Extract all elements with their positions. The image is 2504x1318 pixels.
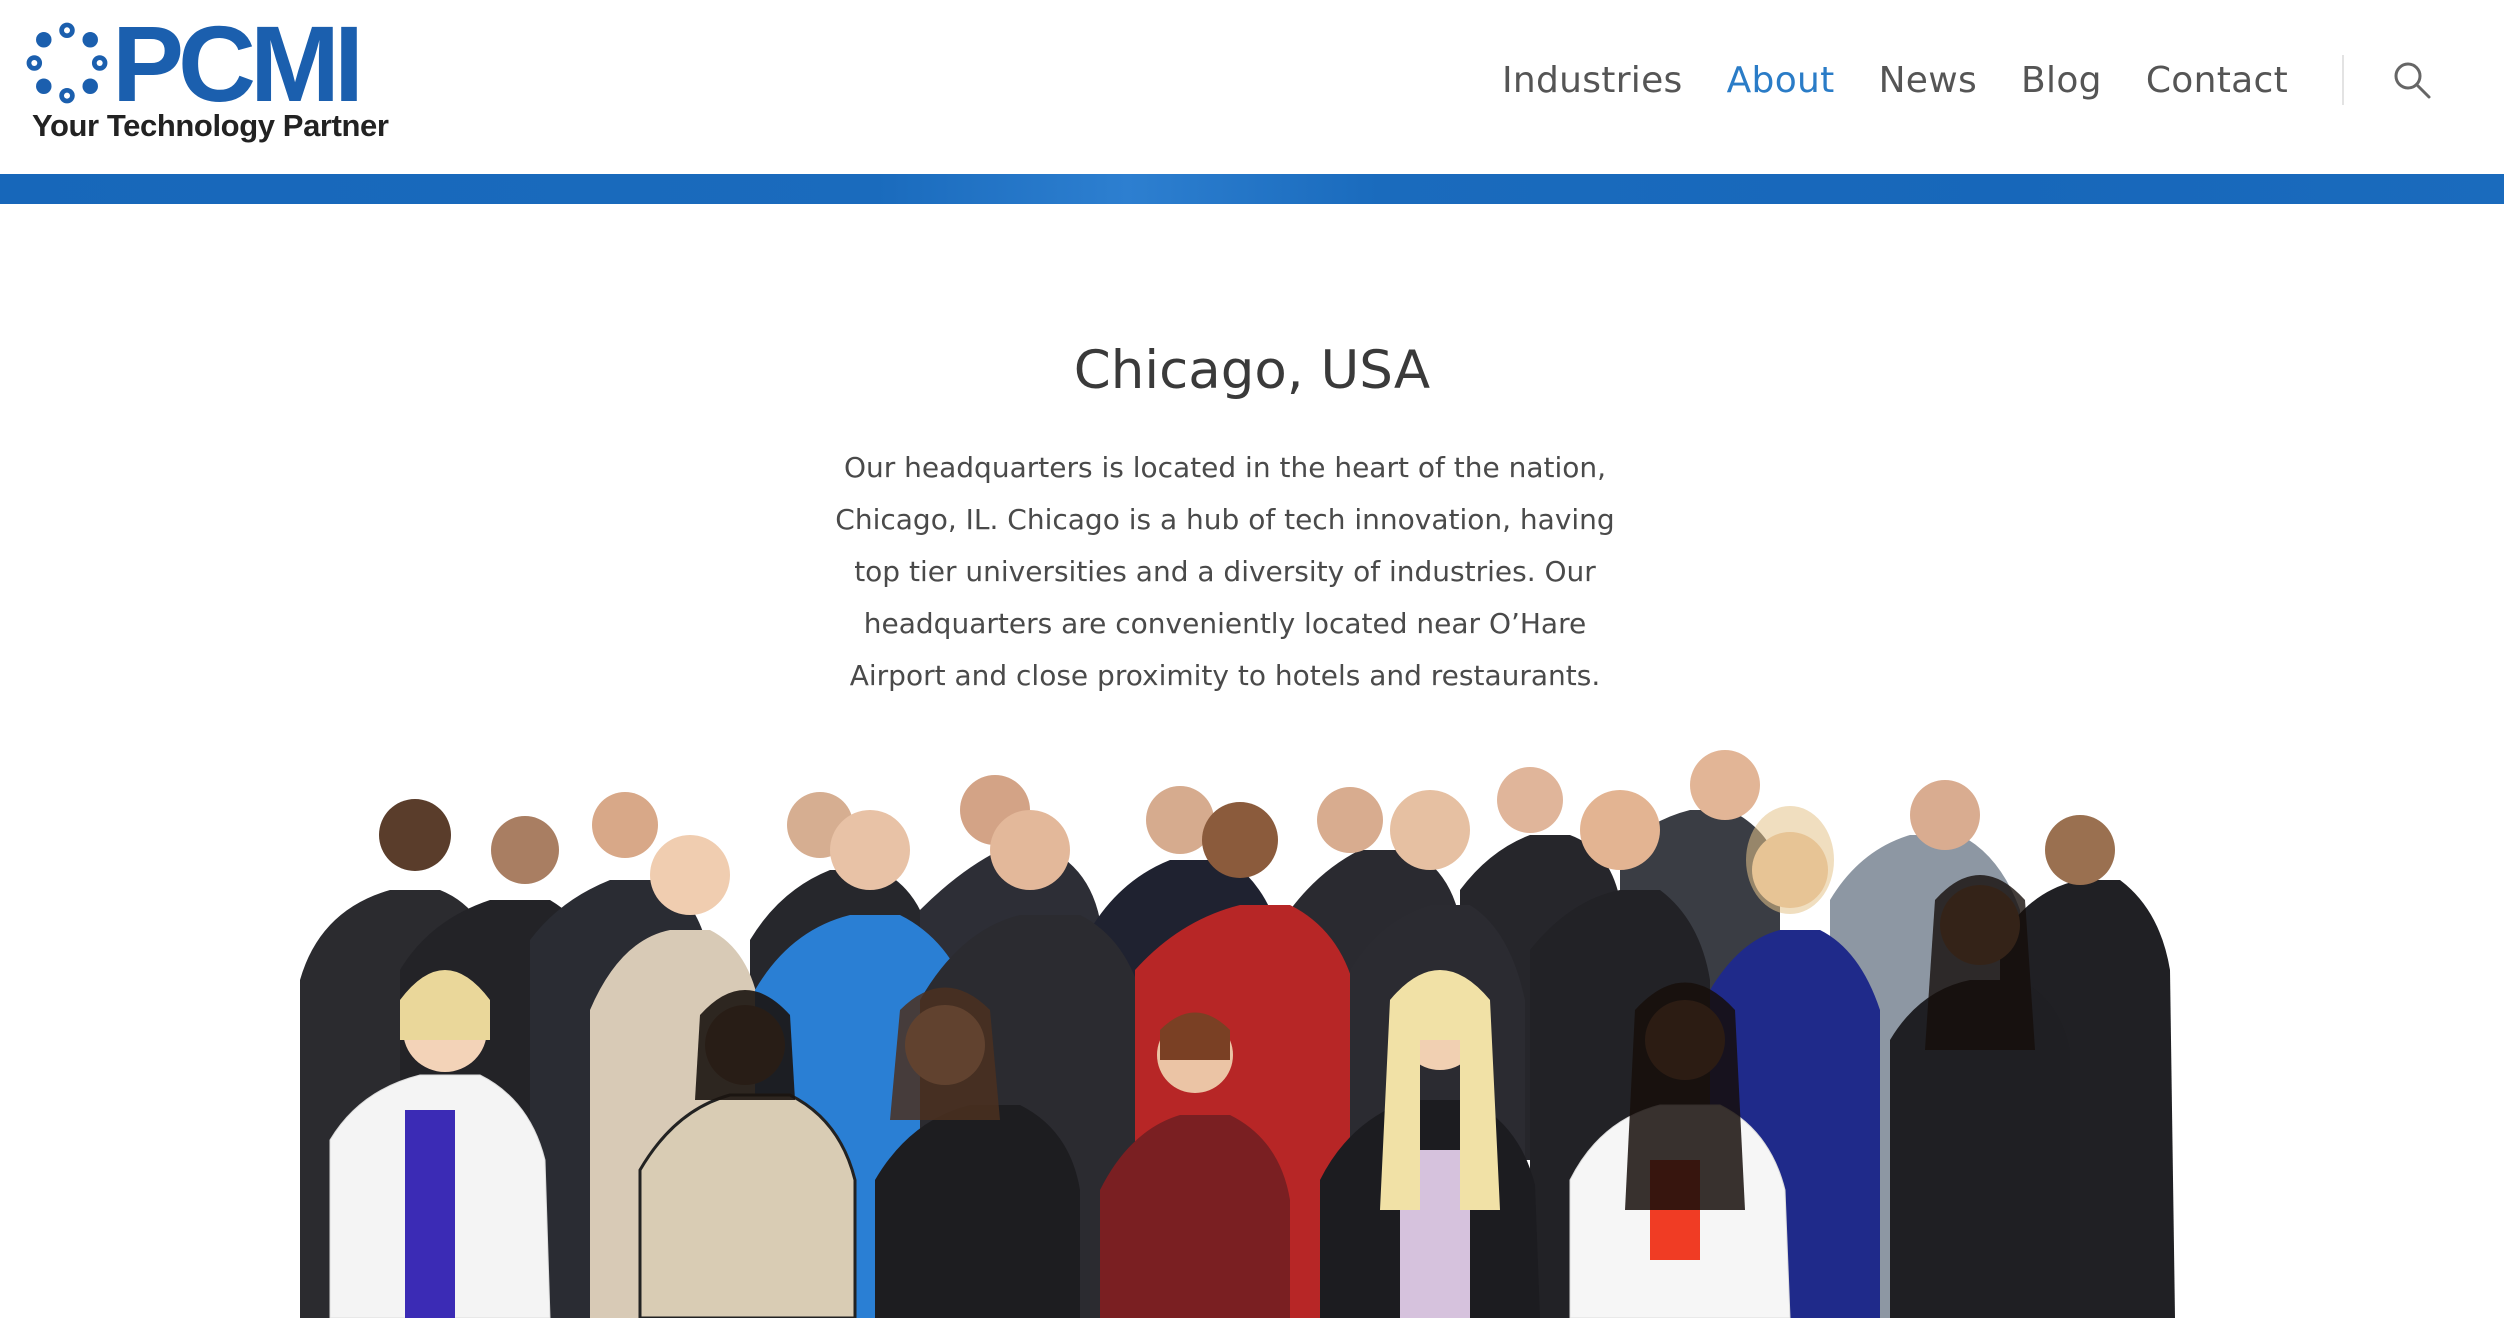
pcmi-logo[interactable]: PCMI Your Technology Partner [20,10,400,144]
nav-item-about[interactable]: About [1727,60,1835,101]
nav-item-blog[interactable]: Blog [2021,60,2102,101]
nav-item-industries[interactable]: Industries [1502,60,1683,101]
page-heading: Chicago, USA [1073,340,1431,401]
nav-divider [2342,55,2344,105]
logo-tagline: Your Technology Partner [32,108,389,143]
team-photo [280,740,2220,1318]
search-button[interactable] [2388,56,2436,104]
main-nav: Industries About News Blog Contact [1502,0,2504,160]
nav-item-news[interactable]: News [1879,60,1977,101]
header-accent-band [0,174,2504,204]
team-photo-illustration [300,750,2175,1318]
search-icon [2394,62,2431,99]
logo-ring-icon [26,22,108,104]
location-description: Our headquarters is located in the heart… [835,451,1615,692]
site-header: PCMI Your Technology Partner Industries … [0,0,2504,174]
nav-item-contact[interactable]: Contact [2146,60,2288,101]
logo-wordmark: PCMI [112,3,364,124]
